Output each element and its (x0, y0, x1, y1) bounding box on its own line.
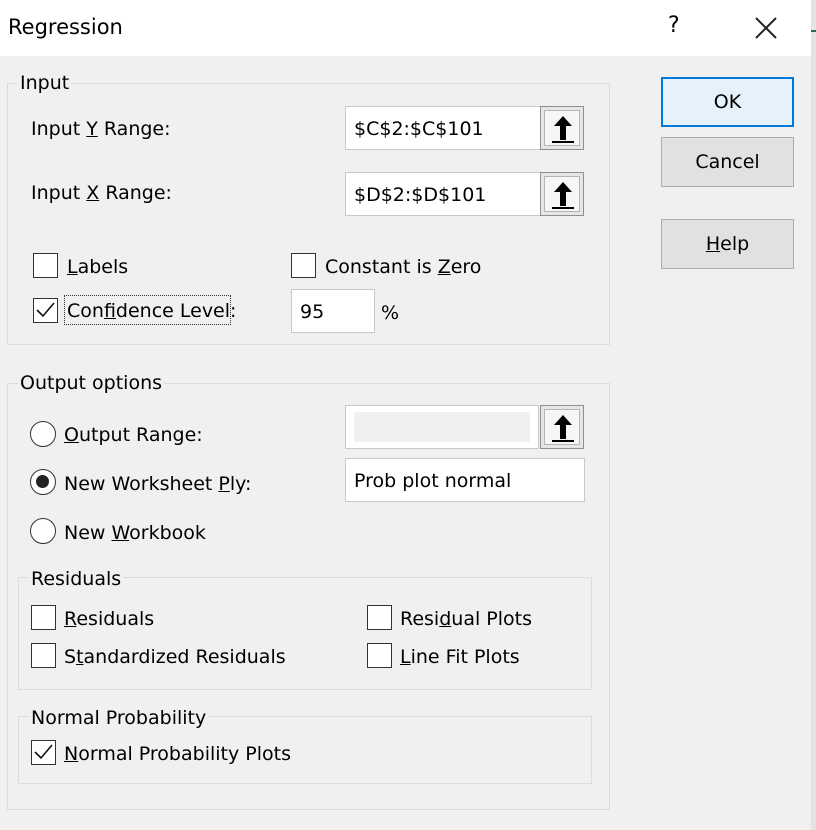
output-range-field (345, 405, 539, 449)
title-bar: Regression ? (0, 0, 816, 56)
standardized-residuals-checkbox[interactable] (31, 643, 56, 668)
residuals-checkbox[interactable] (31, 605, 56, 630)
input-group-label: Input (18, 72, 72, 94)
normal-probability-plots-checkbox[interactable] (31, 740, 56, 765)
checkmark-icon (36, 302, 55, 318)
arrow-up-icon (552, 116, 574, 143)
new-worksheet-ply-label: New Worksheet Ply: (64, 473, 252, 495)
ok-button[interactable]: OK (661, 77, 794, 127)
new-worksheet-ply-radio[interactable] (30, 469, 56, 495)
residuals-group (18, 577, 592, 690)
line-fit-plots-label: Line Fit Plots (400, 646, 520, 668)
output-options-group-label: Output options (18, 372, 165, 394)
input-y-range-field[interactable]: $C$2:$C$101 (345, 106, 541, 150)
residuals-group-label: Residuals (29, 568, 124, 590)
residual-plots-label: Residual Plots (400, 608, 532, 630)
output-range-label: Output Range: (64, 424, 203, 446)
output-range-select-button[interactable] (540, 405, 584, 449)
residuals-label: Residuals (64, 608, 155, 630)
normal-probability-group-label: Normal Probability (29, 707, 209, 729)
output-range-radio[interactable] (30, 421, 56, 447)
input-y-range-select-button[interactable] (540, 106, 584, 150)
input-x-range-label: Input X Range: (31, 182, 172, 204)
help-icon[interactable]: ? (668, 13, 680, 38)
new-worksheet-ply-field[interactable]: Prob plot normal (345, 458, 585, 502)
input-x-range-select-button[interactable] (540, 172, 584, 216)
window-title: Regression (8, 15, 123, 39)
window-edge (811, 0, 816, 830)
input-y-range-label: Input Y Range: (31, 118, 171, 140)
close-icon[interactable] (752, 14, 780, 42)
confidence-level-field[interactable]: 95 (291, 289, 375, 333)
help-button[interactable]: Help (661, 219, 794, 269)
confidence-level-checkbox[interactable] (33, 298, 58, 323)
line-fit-plots-checkbox[interactable] (367, 643, 392, 668)
new-workbook-radio[interactable] (30, 518, 56, 544)
normal-probability-plots-label: Normal Probability Plots (64, 743, 291, 765)
confidence-level-label: Confidence Level: (67, 300, 237, 322)
constant-is-zero-label: Constant is Zero (325, 256, 482, 278)
cancel-button[interactable]: Cancel (661, 137, 794, 187)
constant-is-zero-checkbox[interactable] (291, 253, 316, 278)
residual-plots-checkbox[interactable] (367, 605, 392, 630)
radio-selected-dot (36, 475, 49, 488)
arrow-up-icon (552, 182, 574, 209)
confidence-unit-label: % (381, 302, 400, 324)
standardized-residuals-label: Standardized Residuals (64, 646, 286, 668)
checkmark-icon (34, 744, 53, 760)
arrow-up-icon (552, 415, 574, 442)
new-workbook-label: New Workbook (64, 522, 206, 544)
labels-label: Labels (67, 256, 129, 278)
edge-marker (811, 30, 816, 32)
labels-checkbox[interactable] (33, 253, 58, 278)
input-x-range-field[interactable]: $D$2:$D$101 (345, 172, 541, 216)
